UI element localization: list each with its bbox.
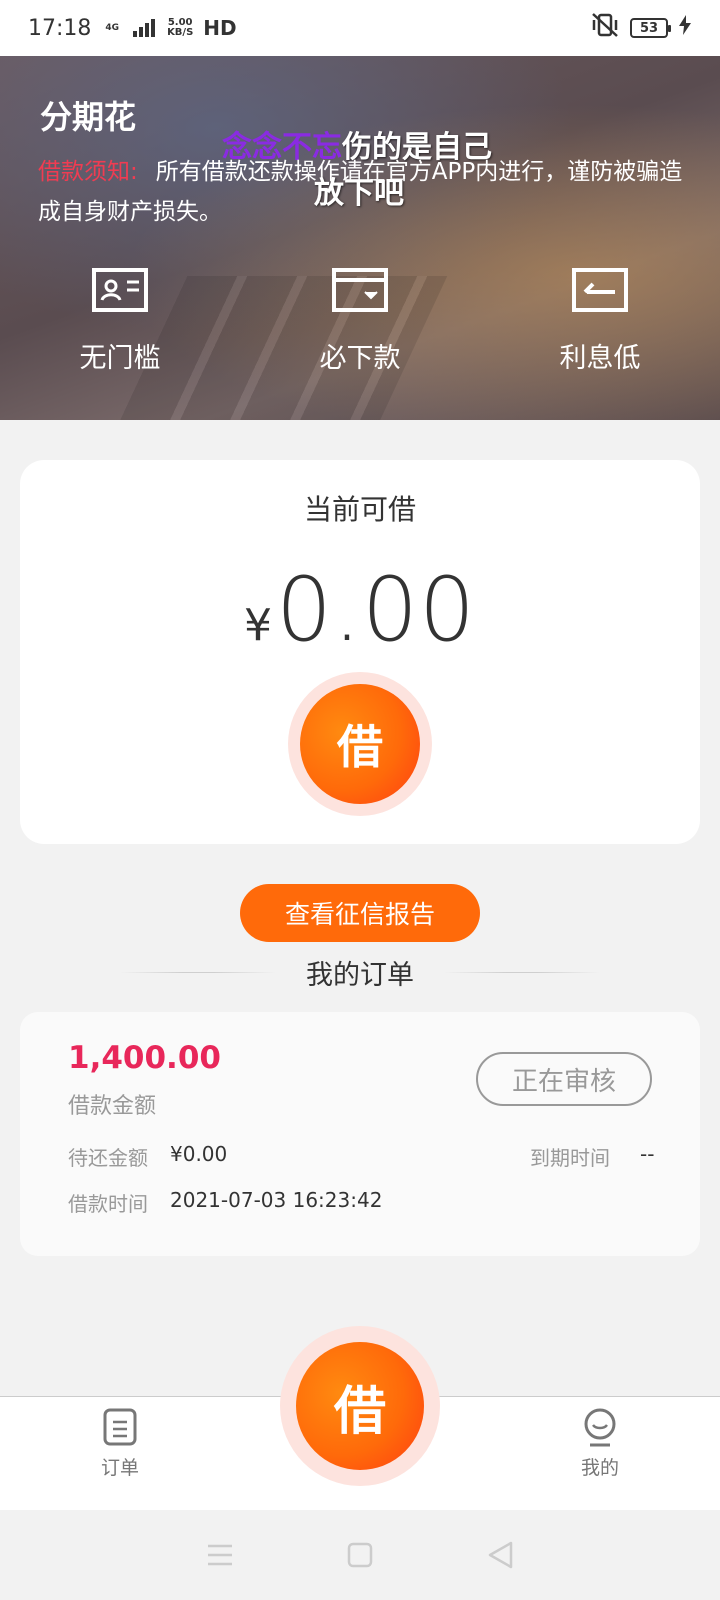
document-icon [101,1407,139,1447]
borrow-button[interactable]: 借 [288,672,432,816]
status-time: 17:18 [28,15,92,41]
pending-value: ¥0.00 [170,1142,228,1166]
borrow-button-label: 借 [300,684,420,804]
divider [444,971,600,973]
due-label: 到期时间 [530,1146,610,1170]
feature-row: 无门槛 必下款 利息低 [0,266,720,375]
loan-card: 当前可借 ¥ 0.00 借 [20,460,700,844]
pending-label: 待还金额 [68,1146,148,1170]
net-speed: 5.00 KB/S [167,17,194,38]
signal-icon [133,19,156,37]
feature-low-interest: 利息低 [480,266,720,375]
loan-time-value: 2021-07-03 16:23:42 [170,1188,383,1212]
tab-mine-label: 我的 [580,1457,619,1479]
id-card-icon [91,266,149,314]
orders-heading: 我的订单 [0,952,720,992]
available-title: 当前可借 [303,493,416,526]
overlay-text-line2: 放下吧 [314,176,404,211]
return-card-icon [571,266,629,314]
tab-borrow-label: 借 [296,1342,424,1470]
network-type: 4G [105,22,120,33]
vibrate-mute-icon [590,12,620,44]
tab-borrow-button[interactable]: 借 [280,1326,440,1486]
wallet-icon [331,266,389,314]
due-value: -- [640,1142,655,1166]
hero-banner: 分期花 念念不忘伤的是自己 借款须知: 所有借款还款操作请在官方APP内进行，谨防… [0,56,720,420]
feature-no-threshold: 无门槛 [0,266,240,375]
user-icon [581,1407,619,1447]
tab-orders[interactable]: 订单 [60,1407,180,1480]
tab-orders-label: 订单 [100,1457,139,1479]
battery-icon: 53 [630,18,671,38]
currency-symbol: ¥ [244,600,273,651]
available-amount: ¥ 0.00 [20,558,700,661]
tab-mine[interactable]: 我的 [540,1407,660,1480]
loan-amount-label: 借款金额 [68,1094,157,1119]
loan-amount: 1,400.00 [68,1040,221,1076]
amount-value: 0.00 [276,558,476,661]
charging-icon [678,15,692,41]
order-card[interactable]: 1,400.00 借款金额 正在审核 待还金额 ¥0.00 到期时间 -- 借款… [20,1012,700,1256]
view-credit-report-button[interactable]: 查看征信报告 [240,884,480,942]
home-icon[interactable] [344,1539,376,1571]
feature-guaranteed: 必下款 [240,266,480,375]
feature-label: 利息低 [559,343,641,374]
hd-badge: HD [203,16,237,40]
system-nav-bar [0,1510,720,1600]
app-title: 分期花 [40,98,137,136]
notice-label: 借款须知: [38,159,138,185]
feature-label: 必下款 [319,343,401,374]
loan-time-label: 借款时间 [68,1192,148,1216]
back-icon[interactable] [484,1539,516,1571]
menu-icon[interactable] [204,1539,236,1571]
status-bar: 17:18 4G 5.00 KB/S HD 53 [0,0,720,56]
orders-heading-label: 我的订单 [306,959,414,991]
status-badge: 正在审核 [476,1052,652,1106]
feature-label: 无门槛 [79,343,161,374]
divider [120,971,276,973]
